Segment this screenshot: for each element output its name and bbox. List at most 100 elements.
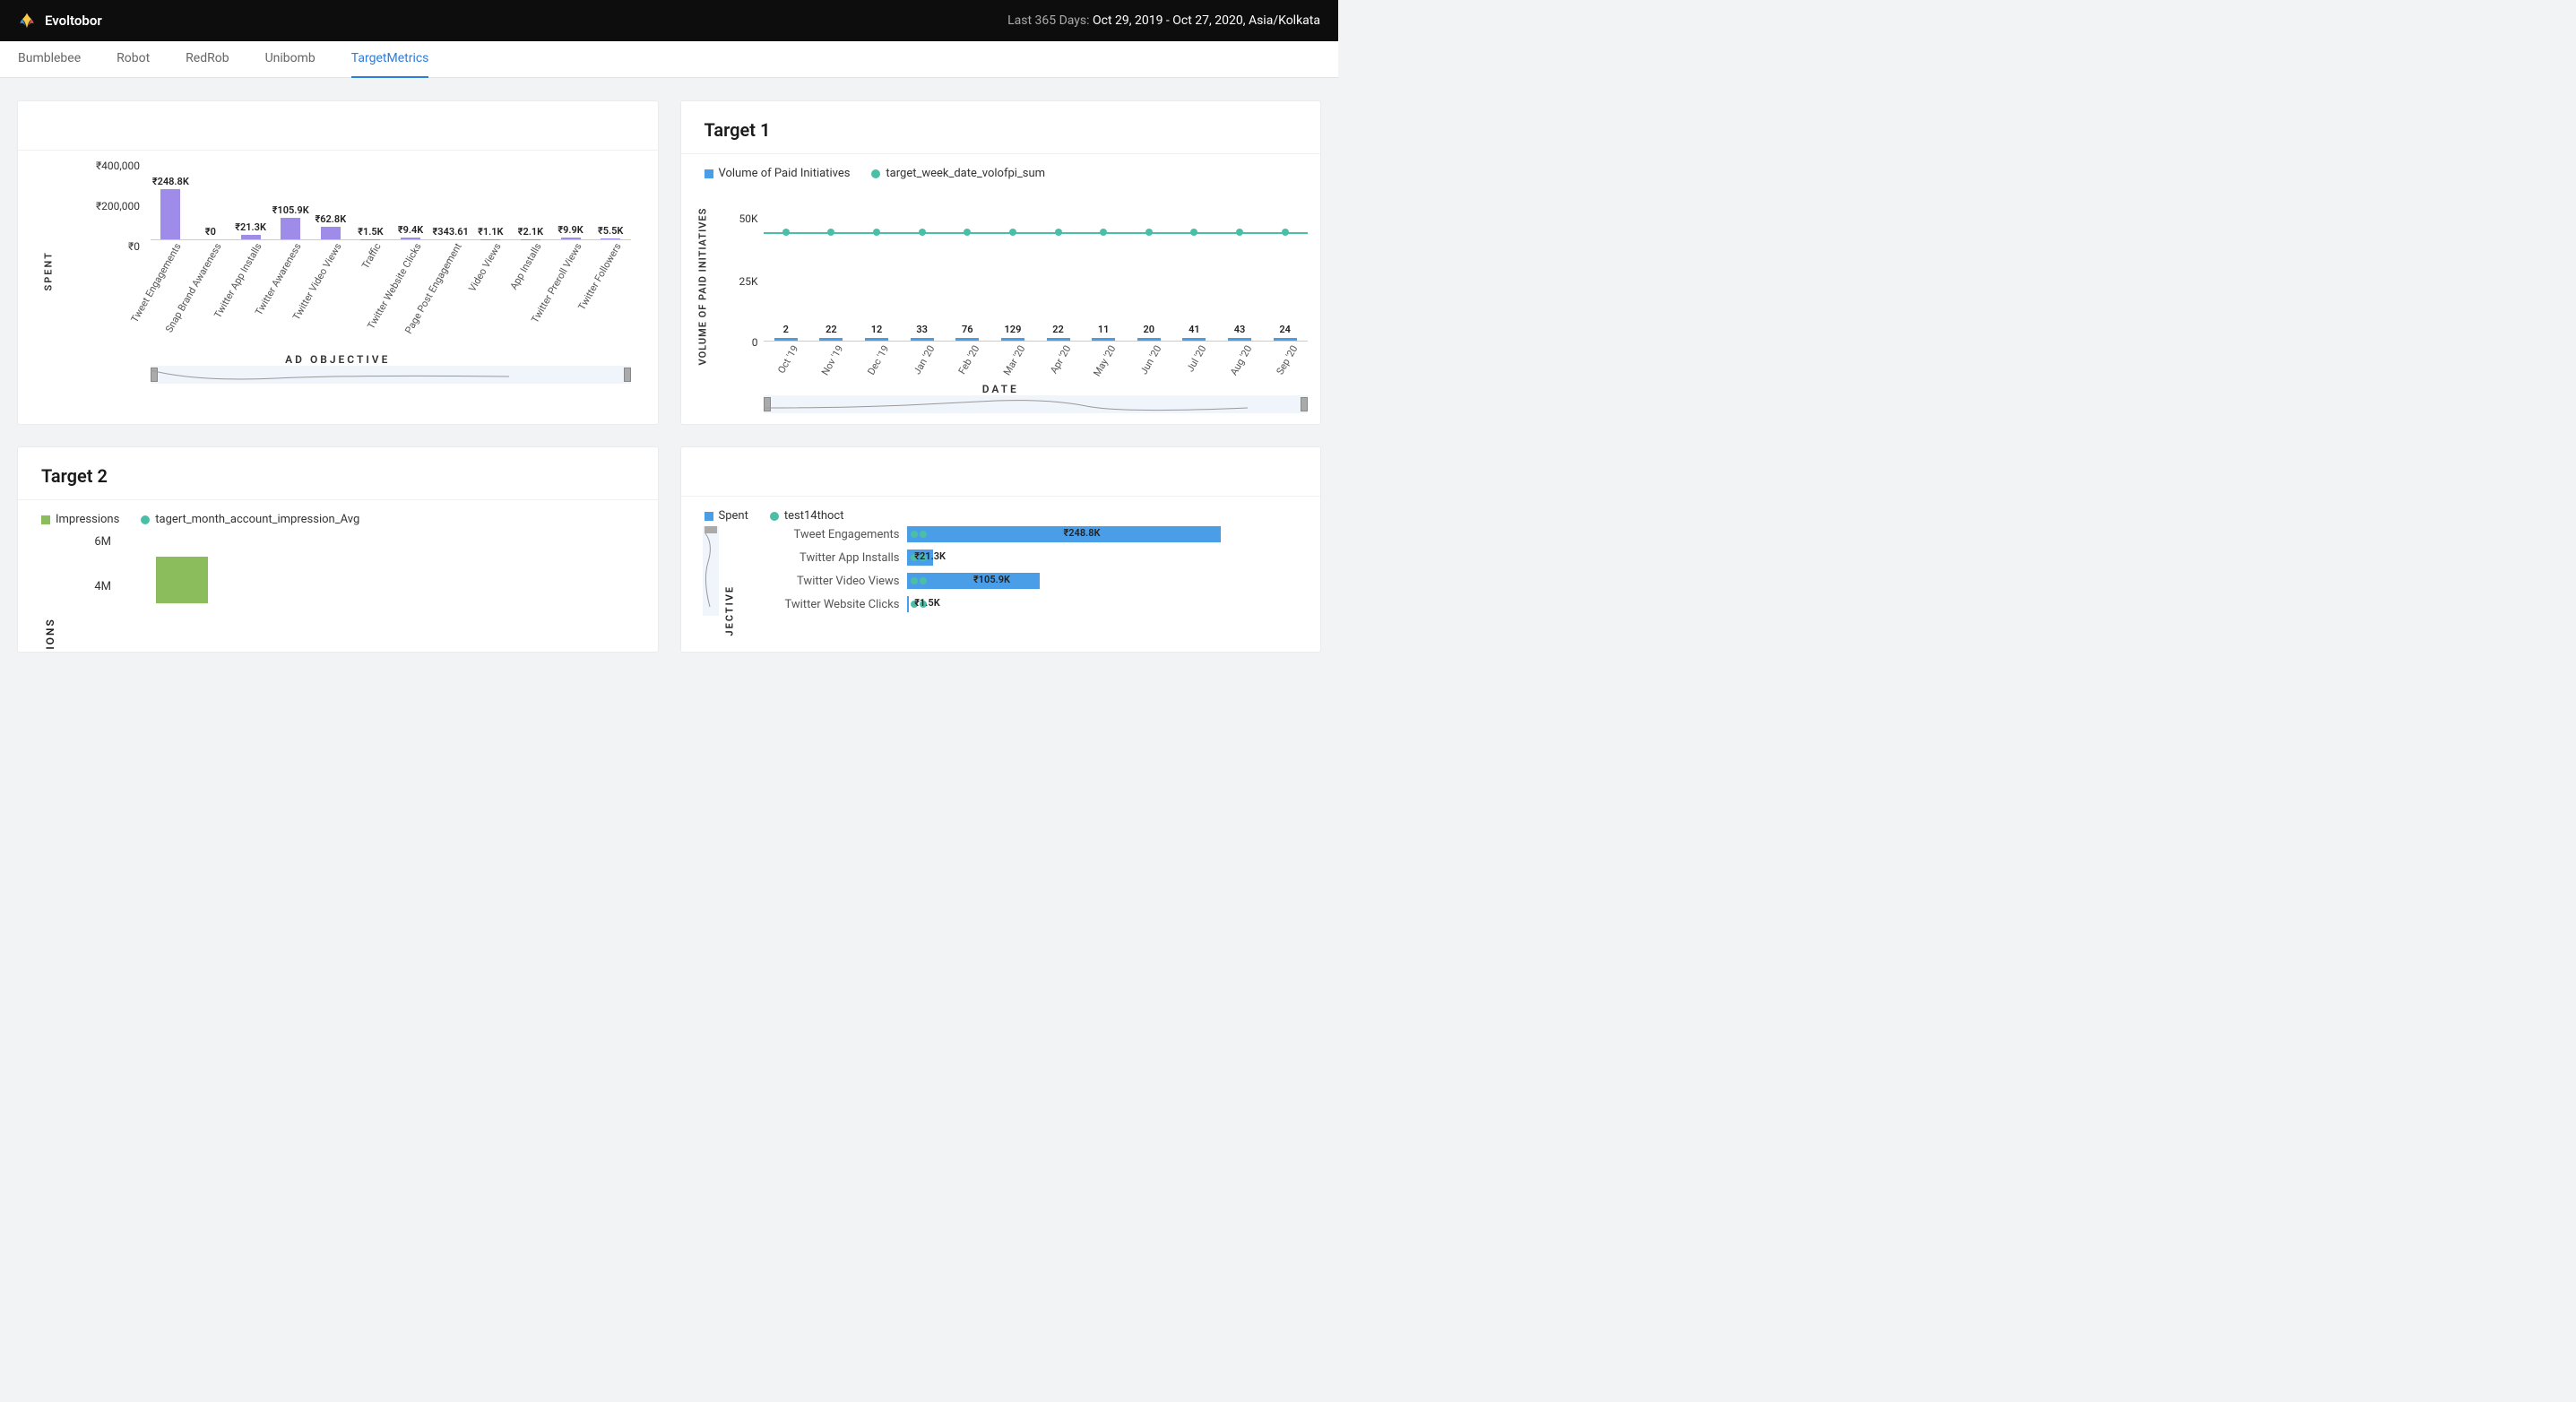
bar[interactable] <box>1001 338 1024 341</box>
chart-legend: Spent test14thoct <box>681 497 1321 523</box>
bar-value-label: 2 <box>783 324 789 335</box>
category-label: May '20 <box>1092 343 1119 378</box>
bar-value-label: 43 <box>1234 324 1246 335</box>
tab-redrob[interactable]: RedRob <box>186 41 229 78</box>
line-point[interactable] <box>1100 229 1107 236</box>
line-point[interactable] <box>964 229 971 236</box>
card-title: Target 1 <box>681 101 1321 154</box>
date-range-display[interactable]: Last 365 Days: Oct 29, 2019 - Oct 27, 20… <box>1007 13 1320 28</box>
chart-target1[interactable]: VOLUME OF PAID INITIATIVES 50K 25K 0 2Oc… <box>681 180 1321 413</box>
line-point[interactable] <box>873 229 880 236</box>
legend-item-bars[interactable]: Impressions <box>41 513 119 526</box>
legend-item-line[interactable]: test14thoct <box>770 509 844 523</box>
bar-value-label: ₹105.9K <box>973 574 1010 585</box>
bar-column: ₹5.5KTwitter Followers <box>591 238 631 239</box>
chart-target2[interactable]: SIONS 6M 4M <box>18 526 658 652</box>
bar[interactable] <box>907 596 909 612</box>
legend-item-bars[interactable]: Volume of Paid Initiatives <box>705 167 851 180</box>
y-axis-label: JECTIVE <box>723 585 735 636</box>
vertical-scrubber[interactable] <box>703 526 719 616</box>
y-axis-label: VOLUME OF PAID INITIATIVES <box>696 208 708 366</box>
bar[interactable] <box>1092 338 1115 341</box>
chart-legend: Impressions tagert_month_account_impress… <box>18 500 658 526</box>
card-spent-by-objective: SPENT ₹400,000 ₹200,000 ₹0 ₹248.8KTweet … <box>18 101 658 424</box>
chart-horizontal-bars[interactable]: JECTIVE Tweet Engagements₹248.8KTwitter … <box>681 523 1321 648</box>
bar[interactable] <box>1137 338 1161 341</box>
line-point[interactable] <box>1236 229 1243 236</box>
category-label: Mar '20 <box>1001 343 1027 377</box>
bar-value-label: ₹9.4K <box>398 224 423 236</box>
bar-value-label: 41 <box>1189 324 1200 335</box>
bar[interactable] <box>911 338 934 341</box>
line-point[interactable] <box>920 577 927 584</box>
line-point[interactable] <box>920 531 927 538</box>
line-point[interactable] <box>919 229 926 236</box>
bar[interactable] <box>321 227 341 239</box>
line-point[interactable] <box>911 531 918 538</box>
category-label: Jun '20 <box>1137 343 1163 376</box>
line-point[interactable] <box>1055 229 1062 236</box>
category-label: Traffic <box>359 241 384 271</box>
bar-value-label: ₹0 <box>205 226 216 238</box>
category-label: Apr '20 <box>1048 343 1073 376</box>
line-point[interactable] <box>1190 229 1197 236</box>
tab-targetmetrics[interactable]: TargetMetrics <box>351 41 429 78</box>
bar-value-label: 24 <box>1279 324 1291 335</box>
card-target-1: Target 1 Volume of Paid Initiatives targ… <box>681 101 1321 424</box>
bar-row: Twitter App Installs₹21.3K <box>749 546 1300 569</box>
bar-column: ₹9.9KTwitter Preroll Views <box>550 238 591 239</box>
line-point[interactable] <box>911 577 918 584</box>
bar[interactable] <box>865 338 888 341</box>
legend-item-bars[interactable]: Spent <box>705 509 748 523</box>
tab-unibomb[interactable]: Unibomb <box>265 41 316 78</box>
app-header: Evoltobor Last 365 Days: Oct 29, 2019 - … <box>0 0 1338 41</box>
bar[interactable] <box>774 338 798 341</box>
bar[interactable] <box>955 338 979 341</box>
bar[interactable] <box>601 238 620 239</box>
bar[interactable] <box>160 189 180 239</box>
bar-value-label: ₹1.5K <box>358 226 383 238</box>
bar[interactable] <box>819 338 843 341</box>
bar[interactable] <box>241 235 261 239</box>
tab-robot[interactable]: Robot <box>117 41 150 78</box>
bar[interactable] <box>281 218 300 239</box>
bar[interactable] <box>1182 338 1206 341</box>
bar-row: Tweet Engagements₹248.8K <box>749 523 1300 546</box>
category-label: Twitter Followers <box>576 241 624 312</box>
bar-value-label: ₹21.3K <box>235 221 266 233</box>
range-scrubber[interactable] <box>151 366 631 384</box>
circle-swatch-icon <box>871 169 880 178</box>
line-point[interactable] <box>1145 229 1153 236</box>
impressions-bar <box>156 557 208 603</box>
bar[interactable] <box>1274 338 1297 341</box>
category-label: Video Views <box>467 241 504 294</box>
row-track: ₹105.9K <box>907 573 1300 589</box>
chart-plot-area: ₹248.8KTweet Engagements₹0Snap Brand Awa… <box>151 160 631 240</box>
row-track: ₹1.5K <box>907 596 1300 612</box>
bar-value-label: ₹105.9K <box>272 204 309 216</box>
y-axis-ticks: 50K 25K 0 <box>731 212 758 349</box>
bar-value-label: ₹1.5K <box>914 597 939 609</box>
legend-item-line[interactable]: target_week_date_volofpi_sum <box>871 167 1045 180</box>
chart-spent-bars[interactable]: SPENT ₹400,000 ₹200,000 ₹0 ₹248.8KTweet … <box>18 151 658 384</box>
bar[interactable] <box>1047 338 1070 341</box>
bar-value-label: ₹343.61 <box>433 226 469 238</box>
bar-column: ₹62.8KTwitter Video Views <box>311 227 351 239</box>
range-scrubber[interactable] <box>764 395 1309 413</box>
legend-item-line[interactable]: tagert_month_account_impression_Avg <box>141 513 359 526</box>
line-point[interactable] <box>782 229 790 236</box>
bar-row: Twitter Website Clicks₹1.5K <box>749 593 1300 616</box>
tab-bumblebee[interactable]: Bumblebee <box>18 41 81 78</box>
bar[interactable] <box>401 238 420 239</box>
category-label: Jul '20 <box>1185 343 1209 374</box>
bar-column: ₹248.8KTweet Engagements <box>151 189 191 239</box>
circle-swatch-icon <box>770 512 779 521</box>
line-point[interactable] <box>1009 229 1016 236</box>
bar[interactable] <box>1228 338 1251 341</box>
line-point[interactable] <box>827 229 834 236</box>
bar[interactable] <box>561 238 581 239</box>
chart-legend: Volume of Paid Initiatives target_week_d… <box>681 154 1321 180</box>
y-axis-ticks: 6M 4M <box>84 535 111 625</box>
line-point[interactable] <box>1282 229 1289 236</box>
row-category-label: Twitter Video Views <box>749 575 907 588</box>
